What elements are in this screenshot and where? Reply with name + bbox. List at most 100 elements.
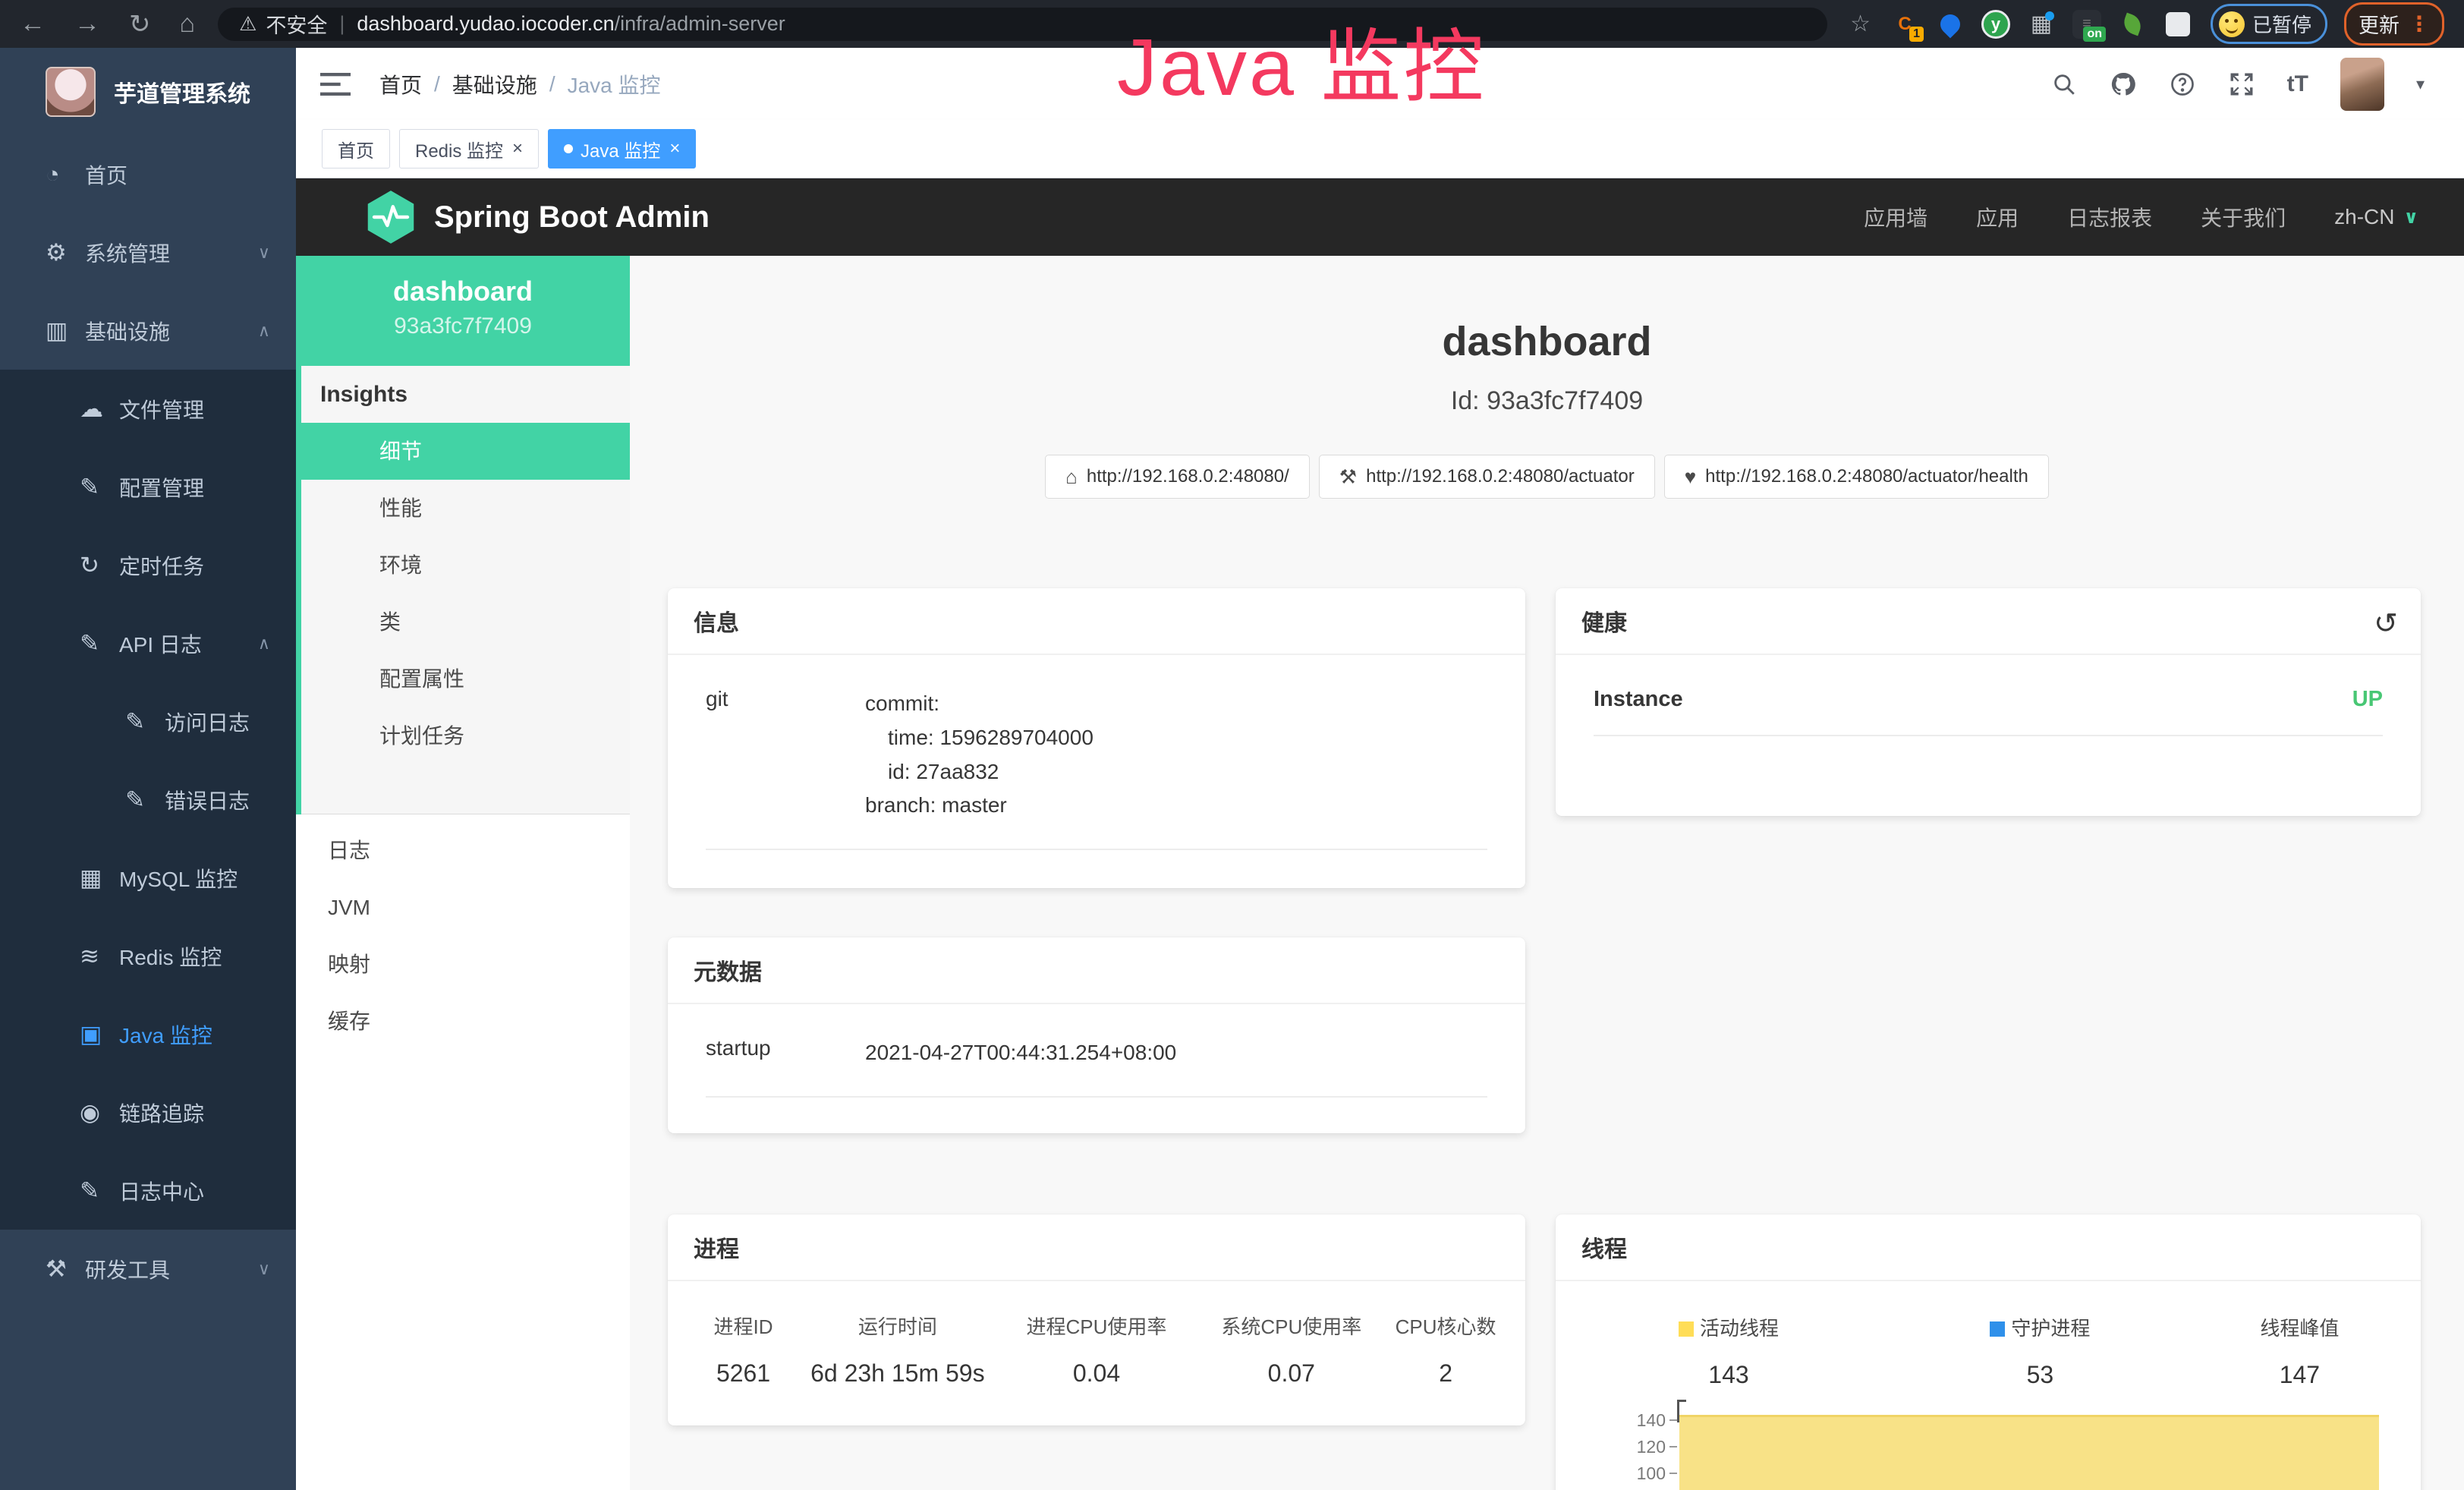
close-icon[interactable]: × [512,138,523,159]
sidebar-item-infrastructure[interactable]: ▥ 基础设施 ∧ [0,291,296,370]
sidebar-item-dev-tools[interactable]: ⚒ 研发工具 ∨ [0,1230,296,1308]
user-avatar[interactable] [2340,58,2384,111]
github-icon[interactable] [2110,71,2137,98]
sba-navbar: Spring Boot Admin 应用墙 应用 日志报表 关于我们 zh-CN… [296,178,2464,256]
status-badge: UP [2352,687,2383,712]
extension-switch-icon[interactable]: ≡ on [2072,10,2101,39]
process-card-title: 进程 [668,1214,1525,1281]
help-icon[interactable] [2169,71,2196,98]
log-icon: ✎ [125,786,165,814]
reload-icon[interactable]: ↻ [129,9,151,39]
address-bar[interactable]: ⚠ 不安全 | dashboard.yudao.iocoder.cn /infr… [218,8,1827,41]
sidebar-item-system-management[interactable]: ⚙ 系统管理 ∨ [0,213,296,291]
threads-legend: 活动线程 守护进程 线程峰值 [1556,1313,2421,1341]
sba-sidebar: dashboard 93a3fc7f7409 Insights 细节 性能 环境… [296,256,630,1490]
sidebar-item-mysql-monitor[interactable]: ▦ MySQL 监控 [0,839,296,917]
chevron-down-icon: ∨ [2404,206,2419,228]
daemon-threads-value: 53 [1902,1361,2179,1389]
url-domain: dashboard.yudao.iocoder.cn [357,12,614,36]
home-icon[interactable]: ⌂ [180,9,196,39]
history-icon[interactable]: ↺ [2374,606,2398,641]
hamburger-icon[interactable] [320,71,351,97]
sidebar-item-api-logs[interactable]: ✎ API 日志 ∧ [0,604,296,682]
tab-redis-monitor[interactable]: Redis 监控 × [399,129,539,169]
sba-menu-plain-list: 日志 JVM 映射 缓存 [296,814,630,1050]
instance-header[interactable]: dashboard 93a3fc7f7409 [296,256,630,366]
sba-nav-about[interactable]: 关于我们 [2201,202,2286,232]
timer-icon: ↻ [80,552,119,579]
sba-menu-item-scheduled[interactable]: 计划任务 [296,707,630,764]
sidebar-item-trace[interactable]: ◉ 链路追踪 [0,1073,296,1151]
link-health-url[interactable]: ♥ http://192.168.0.2:48080/actuator/heal… [1664,455,2049,499]
sba-menu-section-title: Insights [296,366,630,423]
browser-profile-chip[interactable]: 已暂停 [2211,4,2327,44]
fullscreen-icon[interactable] [2228,71,2255,98]
sidebar-item-access-logs[interactable]: ✎ 访问日志 [0,682,296,761]
sidebar-item-file-management[interactable]: ☁ 文件管理 [0,370,296,448]
log-icon: ✎ [80,630,119,657]
edit-icon: ✎ [80,474,119,501]
url-separator: | [339,12,345,36]
extensions-row: C 1 y ▦ ≡ on [1890,10,2192,39]
sba-menu-item-caches[interactable]: 缓存 [296,993,630,1050]
breadcrumb-home[interactable]: 首页 [379,69,422,99]
extension-puzzle-icon[interactable] [2163,10,2192,39]
health-card-title: 健康 [1581,604,1627,638]
sba-menu-item-mappings[interactable]: 映射 [296,936,630,993]
sba-nav-journal[interactable]: 日志报表 [2067,202,2152,232]
sba-menu-item-config-props[interactable]: 配置属性 [296,650,630,707]
app-logo-row[interactable]: 芋道管理系统 [0,48,296,135]
sba-menu-item-logs[interactable]: 日志 [296,822,630,879]
sba-menu-item-metrics[interactable]: 性能 [296,480,630,537]
link-service-url[interactable]: ⌂ http://192.168.0.2:48080/ [1045,455,1310,499]
tab-home[interactable]: 首页 [322,129,390,169]
sba-menu-item-environment[interactable]: 环境 [296,537,630,594]
instance-links: ⌂ http://192.168.0.2:48080/ ⚒ http://192… [630,455,2464,499]
search-icon[interactable] [2050,71,2078,98]
sba-brand-title[interactable]: Spring Boot Admin [434,200,710,235]
link-actuator-url[interactable]: ⚒ http://192.168.0.2:48080/actuator [1319,455,1655,499]
cloud-upload-icon: ☁ [80,395,119,423]
extension-pin-icon[interactable] [1936,10,1965,39]
extension-badge-on: on [2083,27,2106,42]
profile-status-label: 已暂停 [2252,10,2311,38]
sidebar-item-error-logs[interactable]: ✎ 错误日志 [0,761,296,839]
extension-colorzilla-icon[interactable]: C 1 [1890,10,1919,39]
sba-menu-item-classes[interactable]: 类 [296,594,630,650]
page-title: dashboard [630,318,2464,365]
sidebar-item-config-management[interactable]: ✎ 配置管理 [0,448,296,526]
app-title: 芋道管理系统 [114,75,250,109]
instance-id: 93a3fc7f7409 [296,313,630,339]
sidebar-item-java-monitor[interactable]: ▣ Java 监控 [0,995,296,1073]
kebab-menu-icon[interactable]: ⋮ [2409,11,2430,36]
back-icon[interactable]: ← [20,9,46,39]
sba-nav-applications[interactable]: 应用 [1976,202,2019,232]
extension-grid-icon[interactable]: ▦ [2027,10,2056,39]
sba-menu-insights-group: Insights 细节 性能 环境 类 配置属性 计划任务 [296,366,630,814]
sidebar-item-log-center[interactable]: ✎ 日志中心 [0,1151,296,1230]
extension-leaf-icon[interactable] [2118,10,2147,39]
chart-plot-area [1679,1404,2379,1490]
tab-java-monitor[interactable]: Java 监控 × [548,129,696,169]
forward-icon[interactable]: → [74,9,100,39]
breadcrumb-infrastructure[interactable]: 基础设施 [452,69,537,99]
font-size-icon[interactable]: tT [2287,71,2308,97]
bookmark-star-icon[interactable]: ☆ [1850,11,1871,37]
tags-view-bar: 首页 Redis 监控 × Java 监控 × [296,120,2464,178]
info-card: 信息 git commit: time: 1596289704000 id: 2… [668,588,1525,888]
browser-update-button[interactable]: 更新 ⋮ [2344,2,2444,46]
sba-menu-item-details[interactable]: 细节 [296,423,630,480]
header-actions: tT ▾ [2050,58,2425,111]
sba-locale-select[interactable]: zh-CN ∨ [2334,205,2418,229]
sidebar-item-home[interactable]: ◔ 首页 [0,135,296,213]
process-cpu: 0.04 [999,1359,1194,1388]
sba-menu-item-jvm[interactable]: JVM [296,879,630,936]
extension-y-icon[interactable]: y [1981,10,2010,39]
sidebar-item-scheduled-tasks[interactable]: ↻ 定时任务 [0,526,296,604]
sba-nav-wallboard[interactable]: 应用墙 [1864,202,1927,232]
update-label: 更新 [2359,9,2399,39]
redis-icon: ≋ [80,943,119,970]
close-icon[interactable]: × [669,138,680,159]
sidebar-item-redis-monitor[interactable]: ≋ Redis 监控 [0,917,296,995]
caret-down-icon[interactable]: ▾ [2416,74,2425,94]
